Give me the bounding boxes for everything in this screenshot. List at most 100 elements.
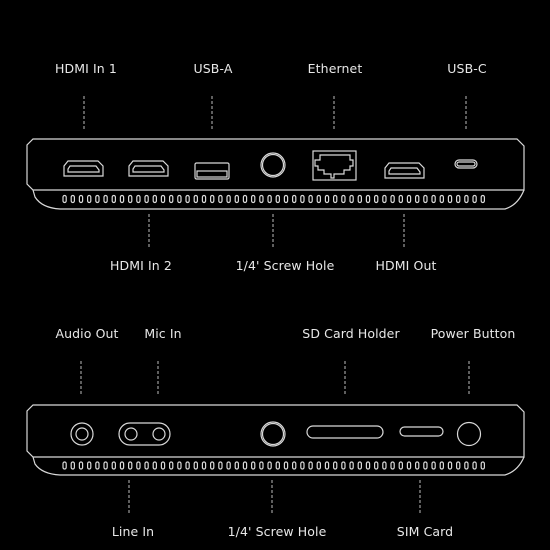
vent-slot [431, 194, 436, 204]
vent-slot [447, 194, 453, 204]
vent-slot [226, 194, 231, 204]
vent-slot [251, 194, 256, 204]
vent-slot [144, 194, 149, 204]
vent-slot [160, 194, 166, 204]
usb-c-port [454, 159, 478, 169]
vent-slot [382, 461, 387, 470]
vent-slot [234, 461, 239, 470]
screw-hole-bottom [260, 421, 286, 447]
vent-slot [193, 194, 198, 204]
audio-out-jack [70, 422, 94, 446]
vent-slot [103, 194, 108, 204]
vent-slot [218, 194, 223, 204]
vent-slot [464, 461, 469, 470]
label-hdmi-in-1: HDMI In 1 [55, 61, 117, 76]
vent-slot [308, 194, 313, 204]
vent-slot [333, 194, 338, 204]
port-diagram [26, 96, 525, 515]
vent-slot [62, 461, 67, 470]
vent-slot [242, 194, 248, 204]
vent-slot [275, 194, 281, 204]
vent-slot [447, 461, 453, 470]
label-screw-hole-top: 1/4' Screw Hole [235, 258, 335, 273]
vent-slot [210, 461, 215, 470]
vent-slot [390, 461, 395, 470]
vent-slot [316, 194, 322, 204]
vent-slot [472, 461, 477, 470]
vent-slot [439, 194, 445, 204]
vent-slot [283, 461, 289, 470]
vent-slot [456, 461, 461, 470]
vent-slot [136, 194, 141, 204]
vent-slot [308, 461, 313, 470]
label-audio-out: Audio Out [55, 326, 119, 341]
vent-slot [431, 461, 436, 470]
vent-slot [259, 194, 264, 204]
vent-slot [357, 461, 363, 470]
vent-slot [111, 194, 116, 204]
power-button [456, 421, 482, 447]
label-ethernet: Ethernet [307, 61, 363, 76]
vent-slot [464, 194, 469, 204]
vent-slot [423, 461, 428, 470]
label-hdmi-out: HDMI Out [375, 258, 437, 273]
leader-lines [80, 96, 470, 515]
vent-slot [78, 461, 84, 470]
vent-slot [86, 194, 92, 204]
vent-slot [234, 194, 239, 204]
vent-slot [62, 194, 67, 204]
vent-slot [242, 461, 248, 470]
vent-slot [128, 194, 133, 204]
vent-slot [169, 461, 174, 470]
vent-slot [324, 194, 330, 204]
vent-slot [300, 194, 305, 204]
vent-slot [103, 461, 108, 470]
vent-slot [390, 194, 395, 204]
vent-slot [365, 461, 371, 470]
vent-slot [144, 461, 149, 470]
vent-slot [275, 461, 281, 470]
vent-slot [423, 194, 428, 204]
vent-slot [119, 194, 125, 204]
vent-slot [152, 461, 157, 470]
vent-slot [406, 194, 412, 204]
vent-slot [111, 461, 116, 470]
mic-line-in-jacks [118, 422, 171, 446]
vent-slot [128, 461, 133, 470]
top-device-body [26, 138, 525, 210]
hdmi-in-2-port [128, 160, 169, 177]
vent-slot [341, 194, 346, 204]
label-hdmi-in-2: HDMI In 2 [110, 258, 172, 273]
vent-row [62, 461, 486, 470]
vent-slot [210, 194, 215, 204]
vent-slot [267, 194, 272, 204]
vent-slot [267, 461, 272, 470]
vent-slot [349, 461, 354, 470]
vent-slot [341, 461, 346, 470]
vent-slot [95, 194, 100, 204]
label-screw-hole-bottom: 1/4' Screw Hole [227, 524, 327, 539]
hdmi-in-1-port [63, 160, 104, 177]
vent-slot [480, 461, 486, 470]
vent-slot [292, 461, 297, 470]
vent-slot [374, 194, 379, 204]
vent-slot [365, 194, 371, 204]
vent-slot [398, 194, 404, 204]
vent-slot [456, 194, 461, 204]
vent-slot [406, 461, 412, 470]
vent-slot [185, 461, 190, 470]
vent-slot [398, 461, 404, 470]
vent-slot [86, 461, 92, 470]
vent-slot [251, 461, 256, 470]
vent-slot [283, 194, 289, 204]
vent-slot [119, 461, 125, 470]
vent-slot [259, 461, 264, 470]
label-line-in: Line In [111, 524, 155, 539]
vent-slot [160, 461, 166, 470]
vent-slot [480, 194, 486, 204]
vent-slot [300, 461, 305, 470]
label-sd-card-holder: SD Card Holder [302, 326, 400, 341]
vent-slot [357, 194, 363, 204]
vent-slot [169, 194, 174, 204]
vent-slot [415, 194, 420, 204]
